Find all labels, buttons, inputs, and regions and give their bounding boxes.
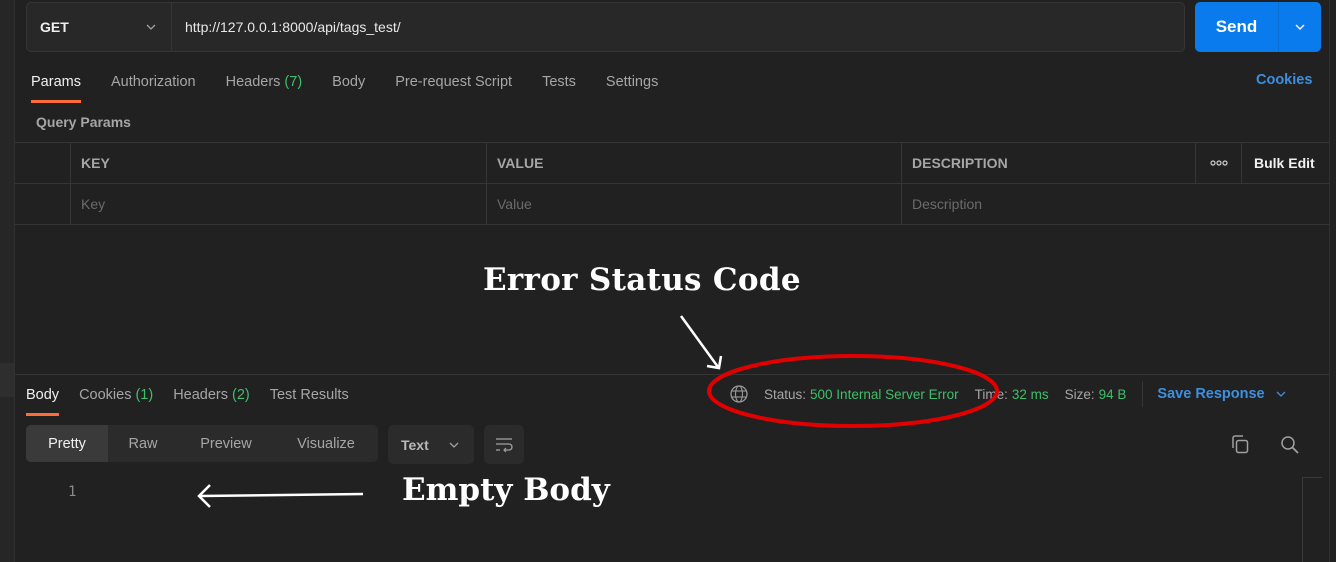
response-divider: [15, 374, 1329, 375]
checkbox-column-header: [15, 143, 71, 183]
editor-scrollbar[interactable]: [1302, 477, 1322, 562]
description-input[interactable]: [912, 196, 1329, 212]
response-body-editor[interactable]: 1: [15, 474, 1315, 562]
headers-count-badge: (2): [232, 387, 250, 403]
tab-label: Test Results: [269, 387, 349, 403]
method-select[interactable]: GET: [27, 3, 172, 51]
response-view-mode-group: Pretty Raw Preview Visualize: [26, 425, 378, 462]
bulk-edit-button[interactable]: Bulk Edit: [1242, 143, 1329, 183]
tab-settings[interactable]: Settings: [606, 64, 658, 100]
response-status-bar: Status: 500 Internal Server Error Time: …: [729, 381, 1287, 407]
tab-label: Body: [26, 387, 60, 403]
column-header-key: KEY: [71, 143, 487, 183]
headers-count-badge: (7): [284, 74, 303, 90]
tab-params[interactable]: Params: [31, 64, 81, 103]
query-params-table: KEY VALUE DESCRIPTION Bulk Edit: [15, 142, 1329, 225]
response-tab-test-results[interactable]: Test Results: [270, 377, 349, 413]
request-tabs: Params Authorization Headers (7) Body Pre…: [31, 64, 688, 104]
key-cell: [71, 184, 487, 224]
tab-authorization[interactable]: Authorization: [111, 64, 196, 100]
column-header-value: VALUE: [487, 143, 902, 183]
more-horizontal-icon: [1209, 160, 1228, 166]
value-cell: [487, 184, 902, 224]
response-tab-cookies[interactable]: Cookies (1): [79, 377, 153, 413]
rail-highlight: [0, 363, 14, 397]
key-input[interactable]: [81, 196, 486, 212]
tab-label: Headers: [225, 74, 281, 90]
format-select[interactable]: Text: [388, 425, 474, 464]
save-response-label: Save Response: [1157, 386, 1265, 402]
chevron-down-icon: [1295, 24, 1305, 30]
send-options-dropdown[interactable]: [1279, 2, 1321, 52]
globe-icon[interactable]: [729, 384, 749, 404]
time-label: Time:: [974, 386, 1008, 402]
right-sidebar-rail: [1329, 0, 1336, 562]
tab-label: Pre-request Script: [395, 74, 513, 90]
query-params-title: Query Params: [36, 114, 131, 130]
tab-label: Tests: [542, 74, 576, 90]
tab-label: Params: [31, 74, 81, 90]
left-sidebar-rail: [0, 0, 15, 562]
search-icon[interactable]: [1279, 434, 1301, 456]
more-options-button[interactable]: [1196, 143, 1242, 183]
status-value[interactable]: 500 Internal Server Error: [810, 387, 959, 402]
tab-pre-request-script[interactable]: Pre-request Script: [395, 64, 512, 100]
send-button[interactable]: Send: [1195, 2, 1279, 52]
line-number: 1: [68, 484, 77, 500]
response-tab-body[interactable]: Body: [26, 377, 60, 416]
tab-label: Body: [332, 74, 366, 90]
format-select-label: Text: [401, 436, 429, 453]
row-checkbox-cell: [15, 184, 71, 224]
tab-body[interactable]: Body: [332, 64, 365, 100]
chevron-down-icon: [1276, 391, 1286, 397]
view-pretty-button[interactable]: Pretty: [26, 425, 108, 462]
status-label: Status:: [764, 386, 807, 402]
url-input[interactable]: [172, 3, 1184, 51]
cookies-link[interactable]: Cookies: [1256, 72, 1312, 88]
status-separator: [1142, 381, 1144, 407]
wrap-lines-button[interactable]: [484, 425, 524, 464]
tab-label: Settings: [605, 74, 659, 90]
tab-headers[interactable]: Headers (7): [226, 64, 303, 100]
chevron-down-icon: [449, 442, 459, 448]
arrow-to-status-icon: [679, 315, 723, 370]
wrap-text-icon: [496, 437, 513, 452]
time-value[interactable]: 32 ms: [1012, 387, 1049, 402]
description-cell: [902, 184, 1329, 224]
method-label: GET: [40, 19, 69, 35]
save-response-button[interactable]: Save Response: [1157, 386, 1286, 402]
tab-label: Cookies: [79, 387, 132, 403]
table-header-row: KEY VALUE DESCRIPTION Bulk Edit: [15, 143, 1329, 184]
view-preview-button[interactable]: Preview: [178, 425, 274, 462]
send-button-group: Send: [1195, 2, 1321, 52]
copy-icon[interactable]: [1229, 434, 1251, 456]
chevron-down-icon: [146, 24, 156, 30]
table-row: [15, 184, 1329, 225]
request-url-bar: GET: [26, 2, 1185, 52]
column-header-description: DESCRIPTION: [902, 143, 1196, 183]
size-label: Size:: [1064, 386, 1095, 402]
cookies-count-badge: (1): [135, 387, 154, 403]
response-tabs: Body Cookies (1) Headers (2) Test Results: [26, 377, 369, 416]
response-tab-headers[interactable]: Headers (2): [173, 377, 250, 413]
value-input[interactable]: [497, 196, 901, 212]
tab-label: Headers: [173, 387, 228, 403]
size-value[interactable]: 94 B: [1099, 387, 1127, 402]
view-raw-button[interactable]: Raw: [108, 425, 178, 462]
tab-tests[interactable]: Tests: [542, 64, 576, 100]
annotation-error-status-code: Error Status Code: [483, 262, 801, 298]
tab-label: Authorization: [110, 74, 196, 90]
view-visualize-button[interactable]: Visualize: [274, 425, 378, 462]
